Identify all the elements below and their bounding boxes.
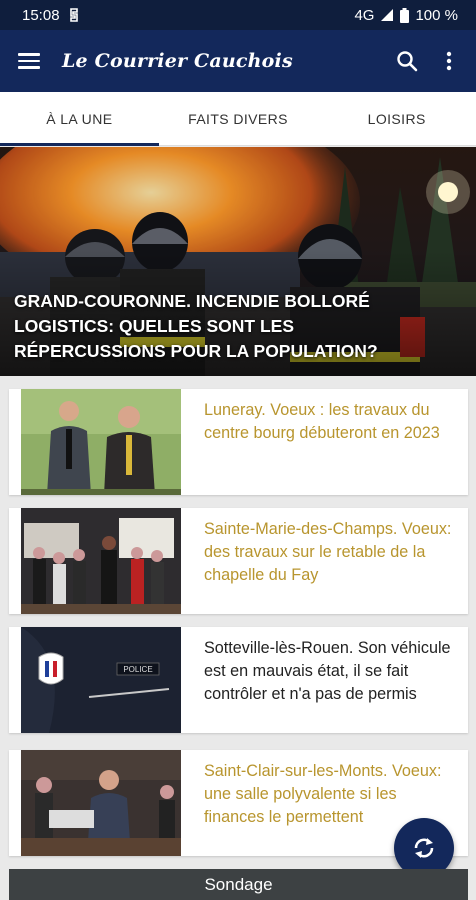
saint-clair-photo (9, 750, 181, 856)
app-title-logo: Le Courrier Cauchois (62, 50, 293, 72)
app-bar: Le Courrier Cauchois (0, 30, 476, 92)
article-card-luneray[interactable]: Luneray. Voeux : les travaux du centre b… (9, 389, 468, 495)
refresh-icon (414, 838, 434, 858)
article-thumbnail (9, 750, 181, 856)
article-title: Sotteville-lès-Rouen. Son véhicule est e… (204, 639, 451, 703)
police-patch-label: POLICE (123, 665, 152, 674)
more-options-icon[interactable] (436, 48, 462, 74)
article-card-sainte-marie[interactable]: Sainte-Marie-des-Champs. Voeux: des trav… (9, 508, 468, 614)
status-bar: 15:08 4G 100 % (0, 0, 476, 30)
article-thumbnail (9, 508, 181, 614)
hero-headline: Grand-Couronne. Incendie Bolloré Logisti… (14, 291, 378, 361)
battery-icon (400, 7, 410, 23)
hero-article[interactable]: Grand-Couronne. Incendie Bolloré Logisti… (0, 147, 476, 376)
sondage-button[interactable]: Sondage (9, 869, 468, 900)
sainte-marie-photo (9, 508, 181, 614)
category-tabs: À LA UNE FAITS DIVERS LOISIRS (0, 92, 476, 146)
sync-notification-icon (69, 8, 78, 22)
police-uniform-photo: POLICE (9, 627, 181, 733)
signal-icon (381, 9, 394, 21)
menu-icon[interactable] (18, 53, 40, 69)
status-time: 15:08 (22, 6, 60, 24)
network-type: 4G (354, 6, 375, 24)
article-card-sotteville[interactable]: POLICE Sotteville-lès-Rouen. Son véhicul… (9, 627, 468, 733)
article-thumbnail (9, 389, 181, 495)
tab-faits-divers[interactable]: FAITS DIVERS (159, 92, 318, 145)
tab-loisirs[interactable]: LOISIRS (317, 92, 476, 145)
luneray-photo (9, 389, 181, 495)
article-thumbnail: POLICE (9, 627, 181, 733)
search-icon[interactable] (394, 48, 420, 74)
battery-level: 100 % (415, 6, 458, 24)
tab-a-la-une[interactable]: À LA UNE (0, 92, 159, 146)
article-title: Sainte-Marie-des-Champs. Voeux: des trav… (204, 520, 452, 584)
article-title: Luneray. Voeux : les travaux du centre b… (204, 401, 440, 442)
